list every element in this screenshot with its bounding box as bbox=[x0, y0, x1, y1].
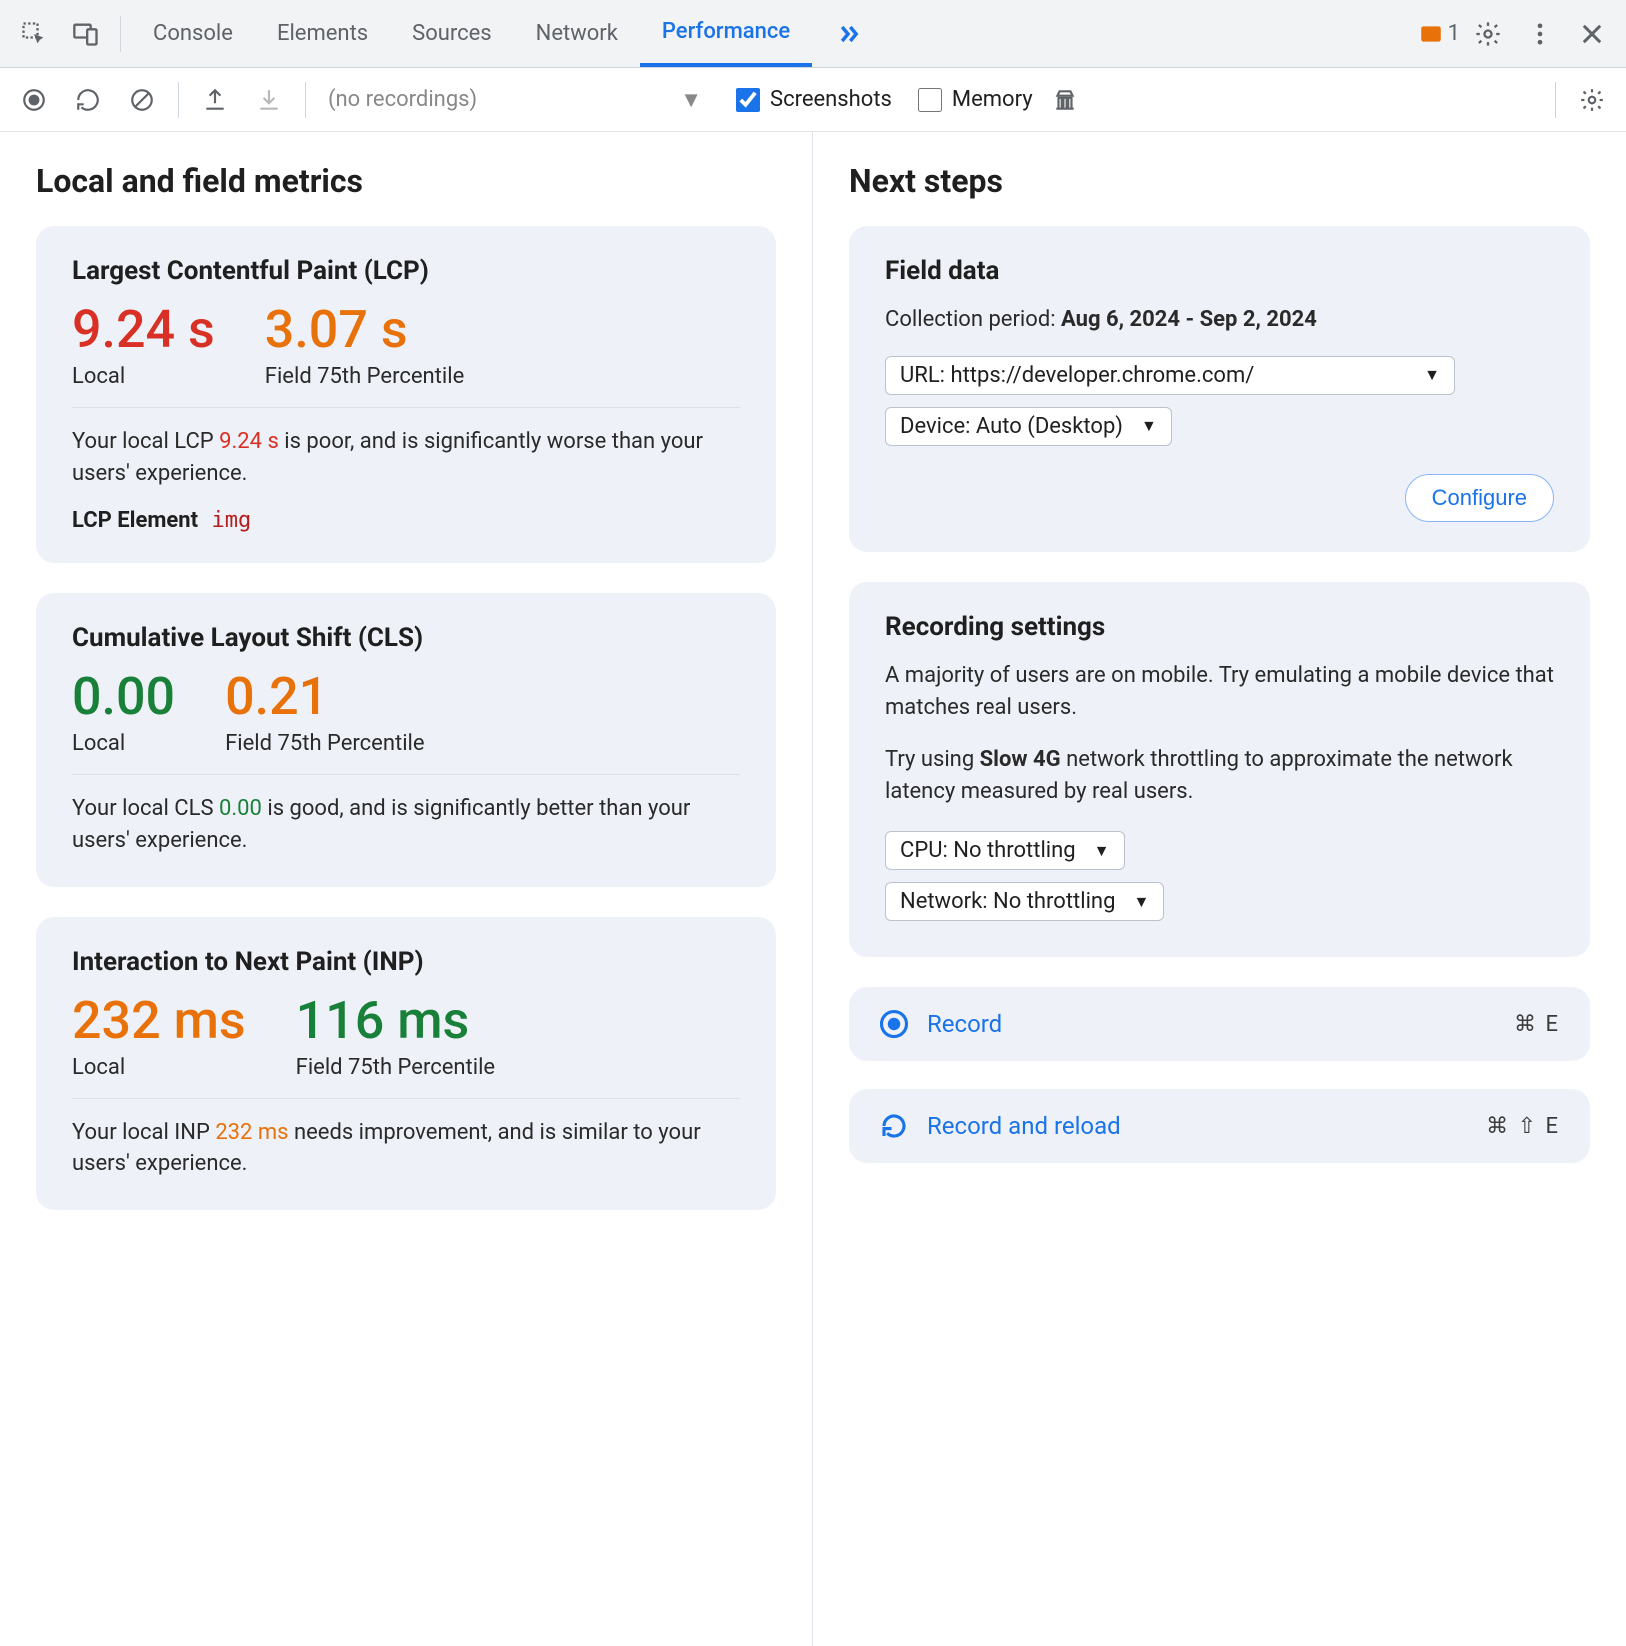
lcp-note: Your local LCP 9.24 s is poor, and is si… bbox=[72, 426, 740, 490]
cls-local-label: Local bbox=[72, 731, 175, 756]
gc-icon[interactable] bbox=[1043, 78, 1087, 122]
lcp-local-label: Local bbox=[72, 364, 215, 389]
cls-title: Cumulative Layout Shift (CLS) bbox=[72, 623, 740, 653]
recordings-label: (no recordings) bbox=[328, 87, 477, 112]
reload-icon[interactable] bbox=[66, 78, 110, 122]
lcp-field-value: 3.07 s bbox=[265, 304, 464, 356]
tab-performance[interactable]: Performance bbox=[640, 0, 812, 67]
device-select[interactable]: Device: Auto (Desktop) ▼ bbox=[885, 407, 1172, 446]
right-title: Next steps bbox=[849, 162, 1590, 200]
tab-elements[interactable]: Elements bbox=[255, 0, 390, 67]
record-row[interactable]: Record ⌘ E bbox=[849, 987, 1590, 1061]
field-data-title: Field data bbox=[885, 256, 1554, 286]
inp-local-label: Local bbox=[72, 1055, 246, 1080]
tab-network[interactable]: Network bbox=[514, 0, 640, 67]
warning-count: 1 bbox=[1448, 21, 1460, 46]
tab-console[interactable]: Console bbox=[131, 0, 255, 67]
clear-icon[interactable] bbox=[120, 78, 164, 122]
inp-field-value: 116 ms bbox=[296, 995, 495, 1047]
caret-down-icon: ▼ bbox=[680, 87, 702, 113]
lcp-title: Largest Contentful Paint (LCP) bbox=[72, 256, 740, 286]
caret-down-icon: ▼ bbox=[1141, 416, 1157, 436]
tabs-overflow-icon[interactable] bbox=[812, 0, 884, 67]
rec-p1: A majority of users are on mobile. Try e… bbox=[885, 660, 1554, 724]
rec-p2: Try using Slow 4G network throttling to … bbox=[885, 744, 1554, 808]
cls-local-value: 0.00 bbox=[72, 671, 175, 723]
cls-card: Cumulative Layout Shift (CLS) 0.00 Local… bbox=[36, 593, 776, 887]
caret-down-icon: ▼ bbox=[1133, 892, 1149, 912]
lcp-card: Largest Contentful Paint (LCP) 9.24 s Lo… bbox=[36, 226, 776, 563]
lcp-local-value: 9.24 s bbox=[72, 304, 215, 356]
inspect-icon[interactable] bbox=[10, 10, 58, 58]
url-select[interactable]: URL: https://developer.chrome.com/ ▼ bbox=[885, 356, 1455, 395]
record-button-icon[interactable] bbox=[12, 78, 56, 122]
inp-field-label: Field 75th Percentile bbox=[296, 1055, 495, 1080]
warning-badge[interactable]: 1 bbox=[1418, 21, 1460, 47]
cls-field-value: 0.21 bbox=[225, 671, 424, 723]
inp-local-value: 232 ms bbox=[72, 995, 246, 1047]
field-data-card: Field data Collection period: Aug 6, 202… bbox=[849, 226, 1590, 552]
lcp-element-value: img bbox=[212, 508, 252, 533]
cls-note: Your local CLS 0.00 is good, and is sign… bbox=[72, 793, 740, 857]
close-icon[interactable] bbox=[1568, 10, 1616, 58]
configure-button[interactable]: Configure bbox=[1405, 474, 1554, 522]
lcp-field-label: Field 75th Percentile bbox=[265, 364, 464, 389]
upload-icon[interactable] bbox=[193, 78, 237, 122]
recording-settings-card: Recording settings A majority of users a… bbox=[849, 582, 1590, 958]
panel-settings-icon[interactable] bbox=[1570, 78, 1614, 122]
memory-checkbox[interactable]: Memory bbox=[918, 87, 1033, 112]
caret-down-icon: ▼ bbox=[1424, 365, 1440, 385]
device-toggle-icon[interactable] bbox=[62, 10, 110, 58]
inp-title: Interaction to Next Paint (INP) bbox=[72, 947, 740, 977]
cpu-throttle-select[interactable]: CPU: No throttling ▼ bbox=[885, 831, 1125, 870]
inp-card: Interaction to Next Paint (INP) 232 ms L… bbox=[36, 917, 776, 1211]
screenshots-checkbox[interactable]: Screenshots bbox=[736, 87, 892, 112]
collection-period: Collection period: Aug 6, 2024 - Sep 2, … bbox=[885, 304, 1554, 336]
recording-settings-title: Recording settings bbox=[885, 612, 1554, 642]
cls-field-label: Field 75th Percentile bbox=[225, 731, 424, 756]
record-icon bbox=[879, 1009, 909, 1039]
more-icon[interactable] bbox=[1516, 10, 1564, 58]
record-reload-label: Record and reload bbox=[927, 1112, 1468, 1140]
record-reload-row[interactable]: Record and reload ⌘ ⇧ E bbox=[849, 1089, 1590, 1163]
settings-icon[interactable] bbox=[1464, 10, 1512, 58]
record-reload-kbd: ⌘ ⇧ E bbox=[1486, 1114, 1560, 1139]
screenshots-input[interactable] bbox=[736, 88, 760, 112]
left-title: Local and field metrics bbox=[36, 162, 776, 200]
record-label: Record bbox=[927, 1010, 1496, 1038]
reload-icon bbox=[879, 1111, 909, 1141]
recordings-select[interactable]: (no recordings) ▼ bbox=[320, 87, 710, 113]
tab-sources[interactable]: Sources bbox=[390, 0, 514, 67]
caret-down-icon: ▼ bbox=[1094, 841, 1110, 861]
record-kbd: ⌘ E bbox=[1514, 1012, 1560, 1037]
memory-input[interactable] bbox=[918, 88, 942, 112]
download-icon[interactable] bbox=[247, 78, 291, 122]
network-throttle-select[interactable]: Network: No throttling ▼ bbox=[885, 882, 1164, 921]
lcp-element[interactable]: LCP Element img bbox=[72, 508, 740, 533]
inp-note: Your local INP 232 ms needs improvement,… bbox=[72, 1117, 740, 1181]
